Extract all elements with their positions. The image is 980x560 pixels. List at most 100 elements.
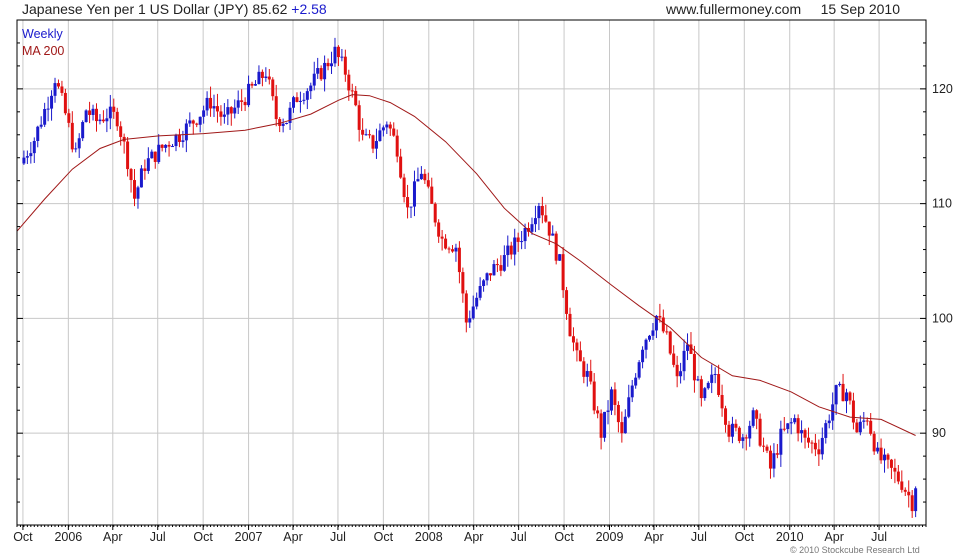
candle-body [77,138,81,149]
y-tick-label: 110 [932,197,952,211]
candle-body [651,330,655,336]
candle-body [889,459,893,468]
candle-body [772,453,776,469]
candle-body [347,74,351,91]
candle-body [561,254,565,291]
candle-body [744,437,748,439]
candle-body [105,118,109,122]
candle-body [440,236,444,239]
candle-body [115,111,119,127]
candle-body [39,124,43,127]
candle-body [634,377,638,386]
candle-body [46,108,50,110]
candle-body [838,383,842,386]
candle-body [219,111,223,117]
candle-body [112,106,116,112]
candle-body [506,245,510,256]
candle-body [824,423,828,438]
candle-body [513,237,517,255]
candle-body [544,215,548,222]
candle-body [209,97,213,109]
candle-body [350,90,354,92]
x-tick-label: 2010 [776,530,804,544]
candle-body [710,374,714,383]
candle-body [198,116,202,125]
candle-body [813,442,817,450]
candle-body [430,186,434,204]
candle-body [240,100,244,102]
candle-body [416,179,420,182]
candle-body [250,83,254,86]
candle-body [316,68,320,74]
candle-body [751,410,755,426]
candle-body [444,238,448,249]
candle-body [606,410,610,412]
legend: Weekly MA 200 [22,27,64,58]
candle-body [699,379,703,399]
candle-body [36,126,40,142]
candle-body [558,254,562,261]
candle-body [330,63,334,67]
candle-body [378,130,382,142]
candle-body [447,248,451,250]
candle-body [623,416,627,434]
candle-body [547,221,551,236]
candle-body [53,83,57,96]
candle-body [482,280,486,287]
candle-body [800,430,804,434]
candle-body [388,124,392,129]
candles [22,37,918,518]
candle-body [475,297,479,307]
candle-body [489,273,493,276]
candle-body [706,382,710,389]
candle-body [803,430,807,438]
candle-body [25,156,29,158]
candle-body [153,151,157,162]
x-tick-label: Jul [871,530,887,544]
candle-body [848,392,852,401]
candle-body [720,394,724,409]
candle-body [108,106,112,119]
candle-body [212,106,216,109]
candle-body [368,134,372,136]
candle-body [56,83,60,87]
candle-body [191,120,195,124]
candle-body [188,120,192,124]
candle-body [32,141,36,154]
candle-body [454,247,458,252]
x-axis: Oct 2006 Apr Jul Oct 2007 Apr Jul Oct 2008 Apr Jul O… [13,525,927,544]
candle-body [88,110,92,115]
candle-body [60,86,64,93]
candle-body [883,454,887,461]
candle-body [713,374,717,376]
candle-body [143,168,147,171]
candle-body [658,315,662,318]
x-tick-label: Apr [103,530,122,544]
candle-body [523,227,527,242]
candle-body [271,79,275,97]
candle-body [817,449,821,455]
candle-body [872,433,876,452]
candle-body [450,249,454,252]
candle-body [343,56,347,75]
candle-body [81,122,85,139]
candle-body [502,255,506,271]
candle-body [675,364,679,377]
candle-body [637,362,641,378]
candle-body [174,134,178,147]
copyright-notice: © 2010 Stockcube Research Ltd [790,545,920,555]
candle-body [371,135,375,149]
candle-body [499,265,503,271]
candle-body [381,127,385,131]
candle-body [755,410,759,419]
candle-body [267,76,271,80]
candle-body [820,437,824,455]
candle-body [101,119,105,122]
candle-body [869,420,873,434]
candle-body [167,144,171,147]
candle-body [461,272,465,294]
candle-body [679,371,683,377]
candle-body [323,62,327,80]
candle-body [886,454,890,460]
candle-body [160,144,164,148]
